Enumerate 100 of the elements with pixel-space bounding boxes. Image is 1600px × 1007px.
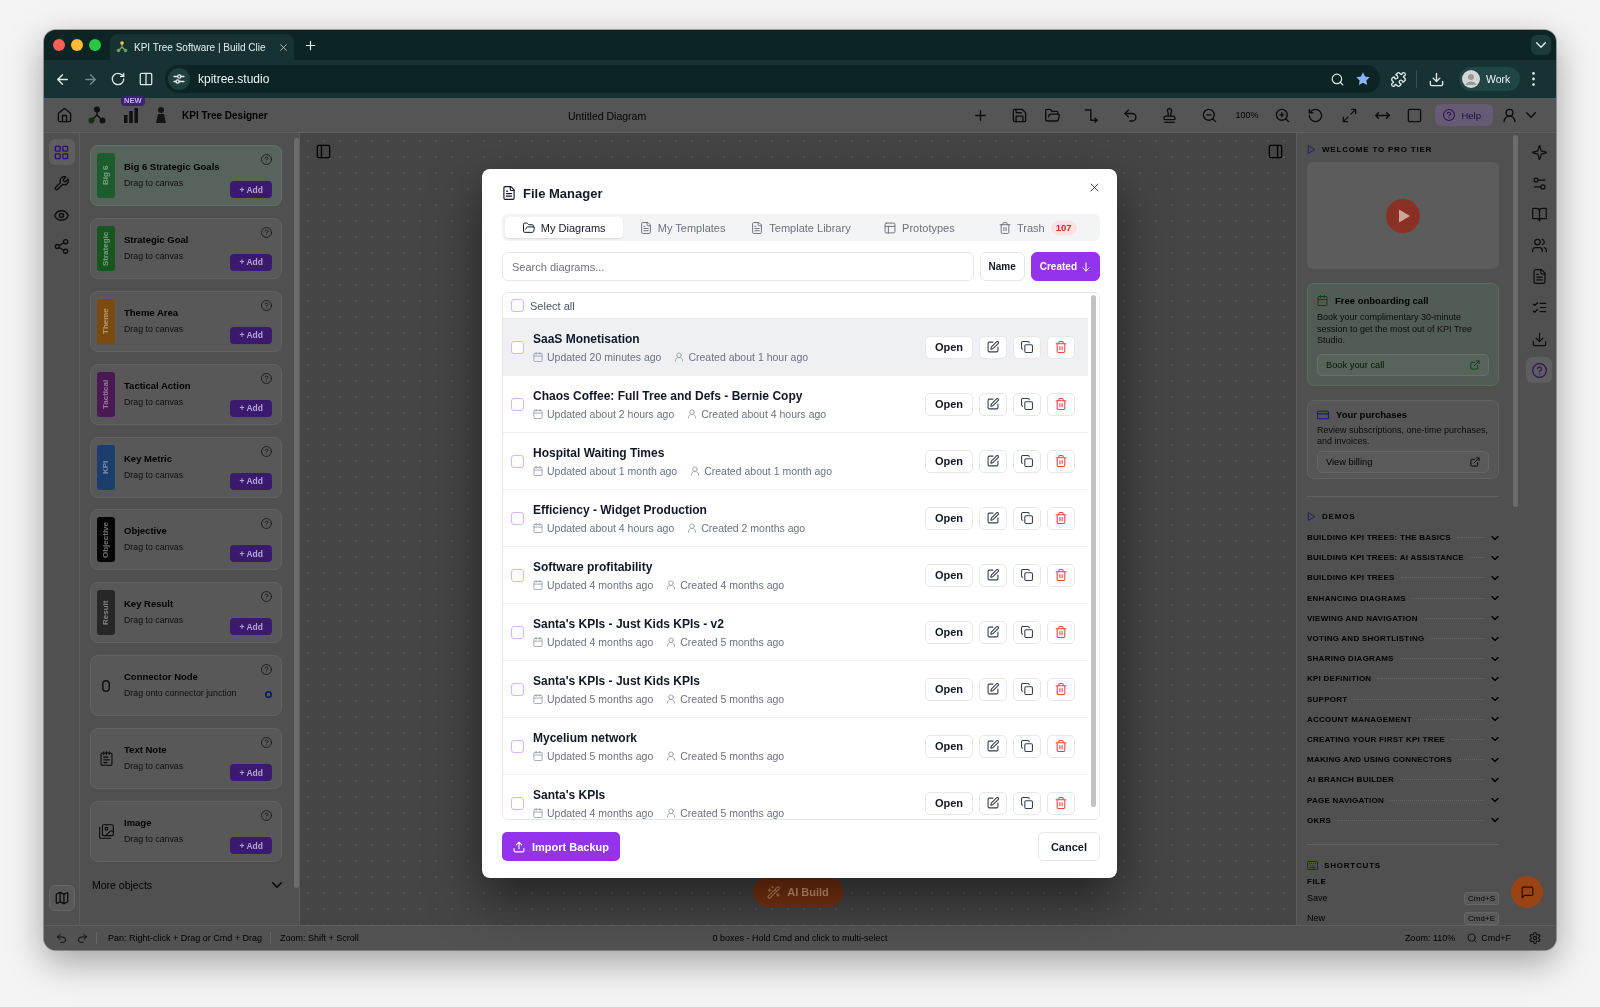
object-card[interactable]: Big 6 Big 6 Strategic Goals Drag to canvas + Add	[90, 145, 282, 206]
bar-chart-icon[interactable]	[123, 107, 139, 123]
checkbox[interactable]	[511, 796, 524, 810]
checkbox[interactable]	[511, 397, 524, 411]
help-icon[interactable]	[261, 299, 272, 311]
plus-icon[interactable]	[973, 107, 989, 123]
open-button[interactable]: Open	[924, 677, 973, 701]
tab[interactable]: Trash 107	[978, 217, 1097, 238]
duplicate-button[interactable]	[1013, 620, 1041, 644]
star-icon[interactable]	[1356, 72, 1370, 86]
sort-button[interactable]: Name	[979, 252, 1025, 281]
rail-tab[interactable]	[1526, 357, 1552, 384]
scrollbar[interactable]	[1091, 295, 1096, 807]
delete-button[interactable]	[1047, 677, 1075, 701]
home-icon[interactable]	[57, 107, 72, 123]
puzzle-icon[interactable]	[1391, 71, 1406, 87]
zoom-out-icon[interactable]	[1202, 107, 1218, 123]
forward-icon[interactable]	[83, 71, 98, 87]
help-icon[interactable]	[261, 664, 272, 676]
edit-button[interactable]	[979, 392, 1007, 416]
settings-icon[interactable]	[1529, 932, 1541, 944]
scrollbar[interactable]	[294, 138, 299, 888]
elbow-arrow-icon[interactable]	[1084, 107, 1100, 123]
folder-icon[interactable]	[1045, 107, 1061, 123]
search-field[interactable]: Search diagrams...	[502, 252, 974, 281]
rotate-icon[interactable]	[1308, 107, 1324, 123]
profile-button[interactable]: Work	[1459, 67, 1521, 91]
close-icon[interactable]	[1089, 182, 1100, 193]
scrollbar[interactable]	[1513, 135, 1518, 507]
open-button[interactable]: Open	[924, 791, 973, 815]
add-button[interactable]: + Add	[230, 181, 272, 198]
reload-icon[interactable]	[111, 72, 125, 86]
open-button[interactable]: Open	[924, 563, 973, 587]
add-button[interactable]: + Add	[230, 764, 272, 782]
play-button-icon[interactable]	[1386, 198, 1420, 233]
split-view-icon[interactable]	[139, 72, 153, 86]
undo-icon[interactable]	[1123, 107, 1139, 123]
add-button[interactable]: + Add	[230, 837, 272, 854]
tree-logo-icon[interactable]	[88, 106, 106, 124]
rail-tab[interactable]	[48, 139, 75, 165]
open-button[interactable]: Open	[924, 506, 973, 530]
edit-button[interactable]	[979, 506, 1007, 530]
chevron-down-icon[interactable]	[1526, 112, 1536, 118]
delete-button[interactable]	[1047, 620, 1075, 644]
edit-button[interactable]	[979, 449, 1007, 473]
object-card[interactable]: Theme Theme Area Drag to canvas + Add	[90, 290, 282, 352]
more-icon[interactable]	[1532, 72, 1536, 86]
duplicate-button[interactable]	[1013, 335, 1041, 359]
help-icon[interactable]	[261, 154, 272, 165]
redo-icon[interactable]	[77, 932, 88, 944]
site-settings-icon[interactable]	[168, 68, 190, 90]
tab[interactable]: My Diagrams	[505, 217, 624, 238]
edit-button[interactable]	[979, 620, 1007, 644]
diagram-row[interactable]: SaaS Monetisation Updated 20 minutes ago Created about 1 hour ago Open	[503, 319, 1088, 376]
help-icon[interactable]	[261, 737, 272, 749]
object-card[interactable]: Tactical Tactical Action Drag to canvas + Add	[90, 363, 282, 425]
edit-button[interactable]	[979, 677, 1007, 701]
checkbox[interactable]	[511, 454, 524, 468]
add-button[interactable]: + Add	[230, 618, 272, 636]
panel-left-icon[interactable]	[316, 144, 331, 159]
panel-right-icon[interactable]	[1268, 144, 1283, 159]
object-card[interactable]: Image Drag to canvas + Add	[90, 801, 282, 862]
duplicate-button[interactable]	[1013, 791, 1041, 815]
view-billing-button[interactable]: View billing	[1317, 450, 1489, 473]
new-tab-icon[interactable]	[304, 38, 317, 52]
add-button[interactable]: + Add	[230, 253, 272, 271]
duplicate-button[interactable]	[1013, 449, 1041, 473]
add-button[interactable]: + Add	[230, 545, 272, 563]
help-icon[interactable]	[261, 518, 272, 530]
delete-button[interactable]	[1047, 791, 1075, 815]
delete-button[interactable]	[1047, 506, 1075, 530]
open-button[interactable]: Open	[924, 449, 973, 473]
sort-button[interactable]: Created	[1030, 252, 1100, 281]
duplicate-button[interactable]	[1013, 734, 1041, 758]
tab[interactable]: Prototypes	[860, 217, 979, 238]
user-icon[interactable]	[1502, 107, 1517, 123]
delete-button[interactable]	[1047, 734, 1075, 758]
add-button[interactable]: + Add	[230, 326, 272, 344]
map-button[interactable]	[48, 885, 75, 911]
checkbox[interactable]	[511, 340, 524, 354]
address-bar[interactable]: kpitree.studio	[165, 65, 1380, 93]
square-icon[interactable]	[1407, 107, 1423, 123]
checkbox[interactable]	[511, 739, 524, 753]
stamp-icon[interactable]	[1162, 107, 1178, 123]
tab-list-button[interactable]	[1531, 35, 1551, 55]
download-icon[interactable]	[1429, 71, 1444, 87]
help-icon[interactable]	[261, 591, 272, 603]
duplicate-button[interactable]	[1013, 506, 1041, 530]
import-backup-button[interactable]: Import Backup	[502, 832, 620, 861]
edit-button[interactable]	[979, 734, 1007, 758]
help-icon[interactable]	[261, 445, 272, 457]
save-icon[interactable]	[1012, 107, 1028, 123]
browser-tab[interactable]: KPI Tree Software | Build Clie	[110, 34, 294, 60]
object-card[interactable]: Result Key Result Drag to canvas + Add	[90, 582, 282, 644]
checkbox[interactable]	[511, 625, 524, 639]
add-button[interactable]: + Add	[230, 472, 272, 490]
duplicate-button[interactable]	[1013, 392, 1041, 416]
delete-button[interactable]	[1047, 335, 1075, 359]
open-button[interactable]: Open	[924, 620, 973, 644]
open-button[interactable]: Open	[924, 734, 973, 758]
